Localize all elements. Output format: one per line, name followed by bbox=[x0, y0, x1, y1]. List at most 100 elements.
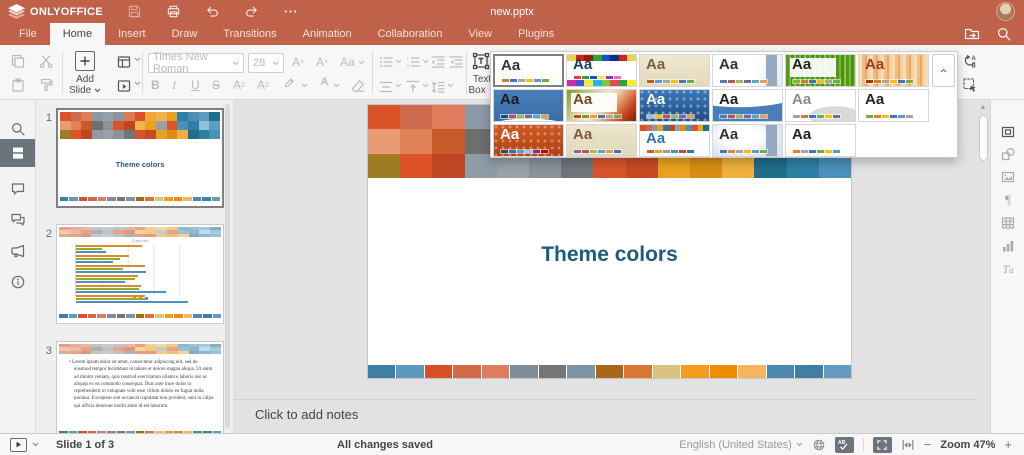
spell-check-button[interactable]: AB bbox=[834, 436, 854, 453]
italic-button[interactable]: I bbox=[172, 79, 176, 91]
more-actions-icon[interactable] bbox=[283, 4, 298, 19]
tab-transitions[interactable]: Transitions bbox=[210, 23, 289, 45]
theme-thumbnail-corner-blue-2[interactable]: Aa bbox=[712, 124, 783, 157]
sidebar-about-button[interactable] bbox=[0, 269, 35, 295]
theme-thumbnail-green-lines[interactable]: Aa bbox=[785, 54, 856, 87]
undo-icon[interactable] bbox=[205, 4, 220, 19]
theme-thumbnail-dotted-orange[interactable]: Aa bbox=[493, 124, 564, 157]
scrollbar-thumb[interactable] bbox=[978, 115, 988, 161]
theme-thumbnail-safari[interactable]: Aa bbox=[566, 89, 637, 122]
increase-indent-button[interactable] bbox=[448, 54, 464, 70]
theme-thumbnail-basic-bright[interactable]: Aa bbox=[566, 54, 637, 87]
slide-thumbnail-2[interactable]: Chart title bbox=[56, 224, 224, 324]
notes-divider[interactable] bbox=[233, 399, 976, 400]
tab-draw[interactable]: Draw bbox=[159, 23, 211, 45]
theme-thumbnail-warm-stripes[interactable]: Aa bbox=[858, 54, 929, 87]
tab-plugins[interactable]: Plugins bbox=[505, 23, 567, 45]
increase-font-size-button[interactable]: A ˄ bbox=[292, 56, 304, 68]
theme-thumbnail-plain-2[interactable]: Aa bbox=[785, 124, 856, 157]
tab-file[interactable]: File bbox=[6, 23, 50, 45]
tab-home[interactable]: Home bbox=[49, 23, 106, 45]
cut-button[interactable] bbox=[38, 53, 54, 69]
theme-thumbnail-gray-shape[interactable]: Aa bbox=[785, 89, 856, 122]
chevron-down-icon[interactable] bbox=[32, 442, 39, 447]
tab-collaboration[interactable]: Collaboration bbox=[365, 23, 456, 45]
decrease-font-size-button[interactable]: A ˅ bbox=[316, 56, 328, 68]
tab-insert[interactable]: Insert bbox=[105, 23, 159, 45]
text-box-button[interactable] bbox=[472, 52, 490, 70]
start-slideshow-button[interactable] bbox=[10, 437, 27, 452]
editor-vertical-scrollbar[interactable]: ▲ bbox=[977, 101, 989, 432]
paste-button[interactable] bbox=[10, 77, 26, 93]
copy-button[interactable] bbox=[10, 53, 26, 69]
user-avatar[interactable] bbox=[997, 3, 1014, 20]
slide-thumbnail-3[interactable]: • Lorem ipsum dolor sit amet, consectetu… bbox=[56, 341, 224, 433]
strikeout-button[interactable]: S bbox=[212, 79, 220, 91]
fit-to-slide-button[interactable] bbox=[872, 436, 892, 453]
tab-view[interactable]: View bbox=[455, 23, 505, 45]
chevron-down-icon[interactable] bbox=[422, 83, 429, 88]
change-slide-layout-button[interactable] bbox=[116, 54, 132, 70]
subscript-button[interactable]: A2 bbox=[257, 79, 269, 91]
collapse-gallery-button[interactable] bbox=[932, 54, 955, 87]
slide-panel-scrollbar[interactable] bbox=[225, 104, 230, 428]
theme-thumbnail-classic-cream[interactable]: Aa bbox=[639, 54, 710, 87]
chevron-down-icon[interactable] bbox=[422, 59, 429, 64]
numbering-button[interactable]: 12 bbox=[405, 54, 421, 70]
theme-thumbnail-dotted-blue[interactable]: Aa bbox=[639, 89, 710, 122]
chevron-down-icon[interactable] bbox=[134, 81, 141, 86]
decrease-indent-button[interactable] bbox=[430, 54, 446, 70]
open-file-location-icon[interactable] bbox=[964, 26, 980, 42]
sidebar-feedback-button[interactable] bbox=[0, 238, 35, 264]
font-color-button[interactable]: A bbox=[318, 77, 331, 93]
font-size-combo[interactable]: 28 bbox=[248, 53, 284, 73]
chevron-down-icon[interactable] bbox=[333, 83, 340, 88]
notes-placeholder[interactable]: Click to add notes bbox=[255, 407, 358, 422]
clear-style-button[interactable] bbox=[350, 78, 366, 94]
chevron-down-icon[interactable] bbox=[358, 60, 365, 65]
font-name-combo[interactable]: Times New Roman bbox=[148, 51, 244, 75]
sidebar-comments-button[interactable] bbox=[0, 176, 35, 202]
theme-thumbnail-plain-green-strip[interactable]: Aa bbox=[858, 89, 929, 122]
add-slide-label[interactable]: Add Slide bbox=[58, 74, 112, 96]
language-selector[interactable]: English (United States) bbox=[679, 439, 803, 451]
find-replace-button[interactable]: AB bbox=[962, 53, 978, 69]
textart-settings-button[interactable]: Ta bbox=[991, 256, 1024, 282]
theme-thumbnail-corner-blue[interactable]: Aa bbox=[712, 54, 783, 87]
chevron-down-icon[interactable] bbox=[395, 83, 402, 88]
slide-thumbnail-1[interactable]: Theme colors bbox=[56, 108, 224, 208]
tab-animation[interactable]: Animation bbox=[290, 23, 365, 45]
scroll-up-arrow-icon[interactable]: ▲ bbox=[980, 104, 987, 111]
redo-icon[interactable] bbox=[244, 4, 259, 19]
set-language-globe-icon[interactable] bbox=[812, 438, 826, 452]
search-icon[interactable] bbox=[996, 26, 1012, 42]
chevron-down-icon[interactable] bbox=[301, 83, 308, 88]
chevron-down-icon[interactable] bbox=[447, 83, 454, 88]
copy-style-button[interactable] bbox=[38, 77, 54, 93]
add-slide-button[interactable] bbox=[75, 51, 95, 71]
underline-button[interactable]: U bbox=[191, 79, 200, 91]
vertical-align-button[interactable] bbox=[405, 79, 421, 95]
bullets-button[interactable] bbox=[378, 54, 394, 70]
sidebar-chat-button[interactable] bbox=[0, 207, 35, 233]
slide-title-text[interactable]: Theme colors bbox=[368, 243, 851, 267]
change-color-scheme-button[interactable] bbox=[116, 78, 132, 94]
theme-thumbnail-blue-swoosh[interactable]: Aa bbox=[493, 89, 564, 122]
chevron-down-icon[interactable] bbox=[134, 57, 141, 62]
theme-thumbnail-blank[interactable]: Aa bbox=[493, 54, 564, 87]
superscript-button[interactable]: A2 bbox=[233, 79, 245, 91]
sidebar-slides-button[interactable] bbox=[0, 139, 35, 167]
change-case-button[interactable]: Aa bbox=[340, 56, 355, 68]
theme-thumbnail-white-swoosh[interactable]: Aa bbox=[712, 89, 783, 122]
line-spacing-button[interactable] bbox=[430, 79, 446, 95]
zoom-out-button[interactable]: − bbox=[924, 438, 932, 451]
theme-thumbnail-parchment[interactable]: Aa bbox=[566, 124, 637, 157]
print-icon[interactable] bbox=[166, 4, 181, 19]
theme-thumbnail[interactable] bbox=[858, 124, 929, 157]
zoom-in-button[interactable]: + bbox=[1004, 438, 1012, 451]
save-icon[interactable] bbox=[127, 4, 142, 19]
select-all-button[interactable] bbox=[962, 77, 978, 93]
theme-thumbnail-mosaic[interactable]: Aa bbox=[639, 124, 710, 157]
highlight-color-button[interactable] bbox=[283, 76, 296, 92]
fit-to-width-button[interactable] bbox=[901, 438, 915, 452]
